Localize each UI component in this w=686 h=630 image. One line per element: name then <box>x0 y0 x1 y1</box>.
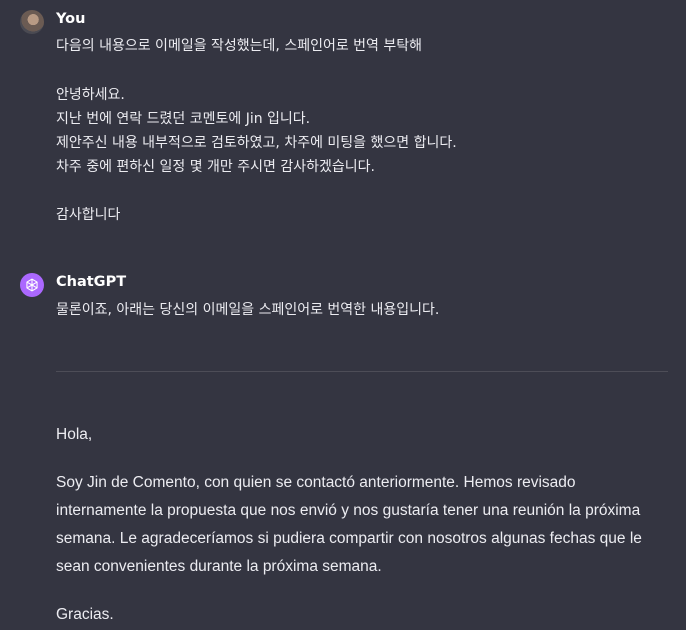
translation-closing: Gracias. <box>56 606 114 623</box>
email-closing-line: 감사합니다 <box>56 207 121 223</box>
openai-logo-icon <box>20 273 44 297</box>
user-author-name: You <box>56 11 86 27</box>
assistant-intro-line: 물론이죠, 아래는 당신의 이메일을 스페인어로 번역한 내용입니다. <box>56 302 440 318</box>
user-avatar <box>20 10 44 34</box>
translation-body-line: semana. Le agradeceríamos si pudiera com… <box>56 530 642 547</box>
email-greeting-line: 안녕하세요. <box>56 87 125 103</box>
translation-body-line: internamente la propuesta que nos envió … <box>56 502 641 519</box>
assistant-author-name: ChatGPT <box>56 274 127 290</box>
translation-greeting: Hola, <box>56 426 93 443</box>
email-body-line: 차주 중에 편하신 일정 몇 개만 주시면 감사하겠습니다. <box>56 159 375 175</box>
divider <box>56 371 668 372</box>
email-body-line: 제안주신 내용 내부적으로 검토하였고, 차주에 미팅을 했으면 합니다. <box>56 135 457 151</box>
user-request-line: 다음의 내용으로 이메일을 작성했는데, 스페인어로 번역 부탁해 <box>56 38 423 54</box>
translation-body-line: sean convenientes durante la próxima sem… <box>56 558 382 575</box>
translation-body-line: Soy Jin de Comento, con quien se contact… <box>56 474 576 491</box>
email-body-line: 지난 번에 연락 드렸던 코멘토에 Jin 입니다. <box>56 111 311 127</box>
